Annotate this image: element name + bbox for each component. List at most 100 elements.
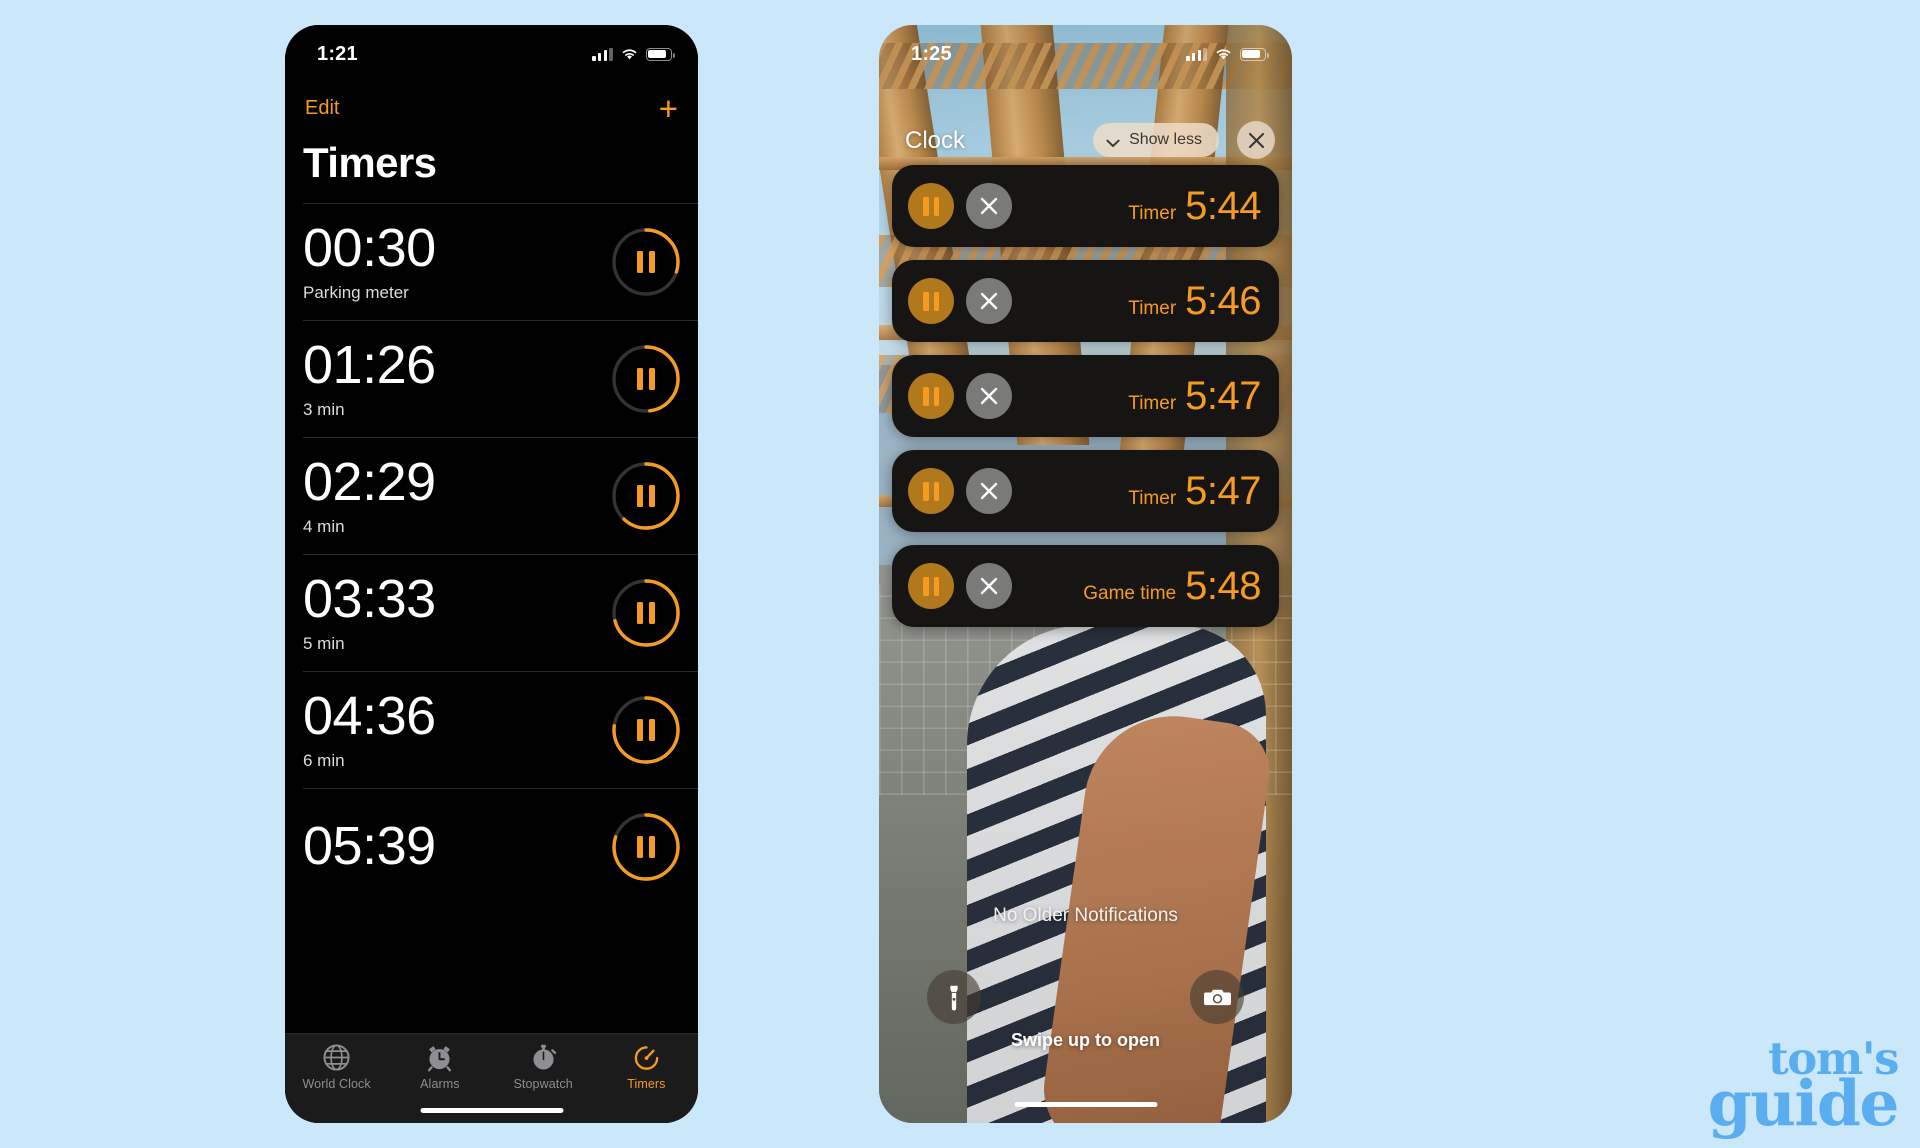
timer-remaining-time: 03:33	[303, 569, 436, 630]
notification-pause-button[interactable]	[908, 563, 954, 609]
left-phone-timers-app: 1:21 Edit + Timers 00:30 Parking meter 01:…	[285, 25, 698, 1123]
notification-close-button[interactable]	[966, 563, 1012, 609]
status-bar-icons	[592, 47, 675, 61]
pause-icon	[637, 602, 655, 624]
notification-time: 5:44	[1185, 184, 1261, 228]
notification-title: Timer	[1128, 203, 1177, 224]
timer-row[interactable]: 00:30 Parking meter	[303, 203, 698, 320]
timer-remaining-time: 04:36	[303, 686, 436, 747]
cellular-bars-icon	[592, 47, 613, 61]
notification-pause-button[interactable]	[908, 468, 954, 514]
timer-row-texts: 04:36 6 min	[303, 689, 436, 770]
notification-close-button[interactable]	[966, 278, 1012, 324]
timer-label: 5 min	[303, 633, 345, 653]
timer-pause-button[interactable]	[610, 460, 682, 532]
notification-title: Timer	[1128, 488, 1177, 509]
timer-row-texts: 05:39	[303, 819, 436, 874]
camera-icon	[1203, 987, 1231, 1007]
pause-icon	[923, 576, 939, 596]
close-icon	[1248, 132, 1265, 149]
notification-group-app-name: Clock	[905, 127, 966, 154]
wifi-icon	[1214, 47, 1233, 61]
timer-pause-button[interactable]	[610, 811, 682, 883]
tab-stopwatch[interactable]: Stopwatch	[497, 1043, 589, 1091]
toms-guide-logo: tom's guide	[1707, 1037, 1900, 1141]
timer-list[interactable]: 00:30 Parking meter 01:26 3 min 02:29 4 min 03…	[285, 203, 698, 1061]
flashlight-icon	[944, 984, 964, 1011]
flashlight-button[interactable]	[927, 970, 981, 1024]
pause-icon	[637, 485, 655, 507]
tab-world-clock[interactable]: World Clock	[291, 1043, 383, 1091]
edit-button[interactable]: Edit	[305, 98, 339, 118]
logo-line-2: guide	[1707, 1066, 1900, 1141]
timer-notification[interactable]: Timer 5:47	[892, 355, 1279, 437]
timer-row[interactable]: 02:29 4 min	[303, 437, 698, 554]
notification-time: 5:48	[1185, 564, 1261, 608]
pause-icon	[637, 719, 655, 741]
notification-close-button[interactable]	[966, 373, 1012, 419]
notification-texts: Timer 5:44	[1128, 186, 1261, 226]
timer-row[interactable]: 05:39	[303, 788, 698, 905]
home-indicator	[1014, 1102, 1157, 1107]
page-title: Timers	[303, 139, 437, 186]
timer-pause-button[interactable]	[610, 226, 682, 298]
timer-row[interactable]: 03:33 5 min	[303, 554, 698, 671]
tab-timers[interactable]: Timers	[600, 1043, 692, 1091]
notification-texts: Timer 5:47	[1128, 376, 1261, 416]
battery-icon	[1240, 47, 1269, 61]
notification-stack[interactable]: Timer 5:44 Timer 5:46 Timer 5:47 Timer 5:47 Game…	[892, 165, 1279, 640]
timer-notification[interactable]: Timer 5:46	[892, 260, 1279, 342]
show-less-button[interactable]: Show less	[1093, 123, 1219, 157]
pause-icon	[923, 196, 939, 216]
timer-notification[interactable]: Timer 5:47	[892, 450, 1279, 532]
pause-icon	[923, 386, 939, 406]
tab-label: Timers	[627, 1077, 666, 1091]
timer-pause-button[interactable]	[610, 343, 682, 415]
status-bar-time: 1:21	[317, 42, 358, 65]
timer-label: Parking meter	[303, 282, 409, 302]
close-icon	[979, 386, 999, 406]
timer-row[interactable]: 04:36 6 min	[303, 671, 698, 788]
clear-notifications-button[interactable]	[1237, 121, 1275, 159]
notification-title: Game time	[1083, 583, 1177, 604]
camera-button[interactable]	[1190, 970, 1244, 1024]
tab-alarms[interactable]: Alarms	[394, 1043, 486, 1091]
add-timer-button[interactable]: +	[659, 92, 678, 125]
notification-time: 5:46	[1185, 279, 1261, 323]
no-older-notifications-label: No Older Notifications	[993, 905, 1178, 926]
timer-pause-button[interactable]	[610, 694, 682, 766]
timer-row-texts: 00:30 Parking meter	[303, 221, 436, 302]
notification-texts: Game time 5:48	[1083, 566, 1261, 606]
cellular-bars-icon	[1186, 47, 1207, 61]
tab-label: World Clock	[302, 1077, 371, 1091]
status-bar: 1:25	[879, 25, 1292, 83]
tab-label: Stopwatch	[513, 1077, 573, 1091]
notification-title: Timer	[1128, 393, 1177, 414]
notification-time: 5:47	[1185, 374, 1261, 418]
chevron-down-icon	[1106, 136, 1120, 147]
show-less-label: Show less	[1129, 131, 1202, 148]
notification-close-button[interactable]	[966, 468, 1012, 514]
timer-notification[interactable]: Timer 5:44	[892, 165, 1279, 247]
notification-pause-button[interactable]	[908, 373, 954, 419]
stopwatch-icon	[529, 1043, 558, 1072]
close-icon	[979, 576, 999, 596]
timer-row-texts: 02:29 4 min	[303, 455, 436, 536]
timer-label: 4 min	[303, 516, 345, 536]
swipe-up-label: Swipe up to open	[1011, 1030, 1160, 1050]
status-bar: 1:21	[285, 25, 698, 83]
wifi-icon	[620, 47, 639, 61]
timer-remaining-time: 00:30	[303, 218, 436, 279]
timer-pause-button[interactable]	[610, 577, 682, 649]
timer-row[interactable]: 01:26 3 min	[303, 320, 698, 437]
timer-row-texts: 03:33 5 min	[303, 572, 436, 653]
alarm-clock-icon	[425, 1043, 454, 1072]
notification-pause-button[interactable]	[908, 278, 954, 324]
timer-remaining-time: 02:29	[303, 452, 436, 513]
timer-icon	[632, 1043, 661, 1072]
notification-pause-button[interactable]	[908, 183, 954, 229]
notification-close-button[interactable]	[966, 183, 1012, 229]
timer-notification[interactable]: Game time 5:48	[892, 545, 1279, 627]
timer-remaining-time: 05:39	[303, 816, 436, 877]
globe-icon	[322, 1043, 351, 1072]
